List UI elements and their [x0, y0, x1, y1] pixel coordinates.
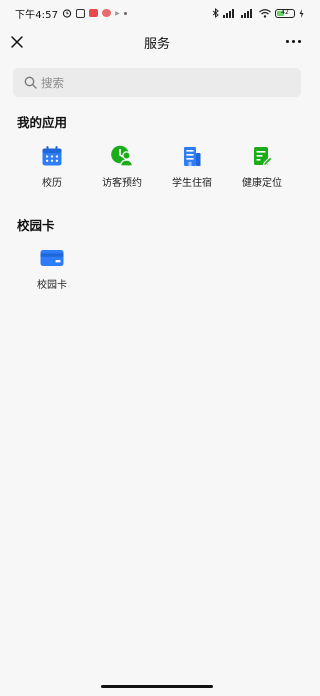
my-apps-grid: 校历 访客预约 学生住宿 健康定位: [17, 144, 297, 189]
status-bar-left: 下午4:57 ▶: [15, 6, 127, 21]
search-input[interactable]: 搜索: [13, 68, 301, 97]
more-options-button[interactable]: [286, 40, 301, 43]
app-label: 访客预约: [102, 178, 142, 189]
battery-indicator: 42: [275, 8, 295, 18]
calendar-icon: [40, 144, 64, 168]
visitor-icon: [110, 144, 134, 168]
page-title: 服务: [143, 36, 170, 52]
campus-card-grid: 校园卡: [17, 246, 87, 291]
alarm-icon: [62, 8, 72, 18]
close-icon: [11, 36, 23, 48]
app-student-dormitory[interactable]: 学生住宿: [157, 144, 227, 189]
section-title-campus-card: 校园卡: [17, 218, 55, 233]
more-dot-icon: [298, 40, 301, 43]
search-placeholder: 搜索: [41, 75, 64, 90]
status-time: 下午4:57: [15, 9, 59, 21]
status-bar-right: 42: [212, 8, 304, 18]
section-title-my-apps: 我的应用: [17, 115, 68, 130]
app-label: 校历: [42, 178, 62, 189]
close-button[interactable]: [9, 34, 25, 50]
more-dot-icon: [292, 40, 295, 43]
app-visitor-appointment[interactable]: 访客预约: [87, 144, 157, 189]
app-label: 健康定位: [242, 178, 282, 189]
status-bar: 下午4:57 ▶ 42: [0, 0, 314, 26]
search-icon: [24, 76, 37, 89]
app-school-calendar[interactable]: 校历: [17, 144, 87, 189]
home-indicator[interactable]: [101, 685, 213, 688]
app-label: 学生住宿: [172, 178, 212, 189]
dorm-building-icon: [180, 144, 204, 168]
app-notification-icon: [89, 9, 99, 17]
page-header: 服务: [0, 26, 314, 58]
app-health-location[interactable]: 健康定位: [227, 144, 297, 189]
battery-label: 42: [281, 9, 289, 16]
more-notifications-icon: [123, 11, 127, 15]
play-icon: ▶: [115, 9, 120, 17]
notification-box-icon: [76, 8, 86, 18]
card-icon: [40, 246, 64, 270]
app-notification-icon-2: [102, 9, 112, 17]
more-dot-icon: [286, 40, 289, 43]
signal-icon-2: [241, 8, 255, 18]
charging-icon: [299, 8, 304, 18]
app-campus-card[interactable]: 校园卡: [17, 246, 87, 291]
health-edit-icon: [250, 144, 274, 168]
wifi-icon: [259, 8, 271, 18]
signal-icon: [223, 8, 237, 18]
app-label: 校园卡: [37, 280, 67, 291]
bluetooth-icon: [212, 8, 219, 18]
